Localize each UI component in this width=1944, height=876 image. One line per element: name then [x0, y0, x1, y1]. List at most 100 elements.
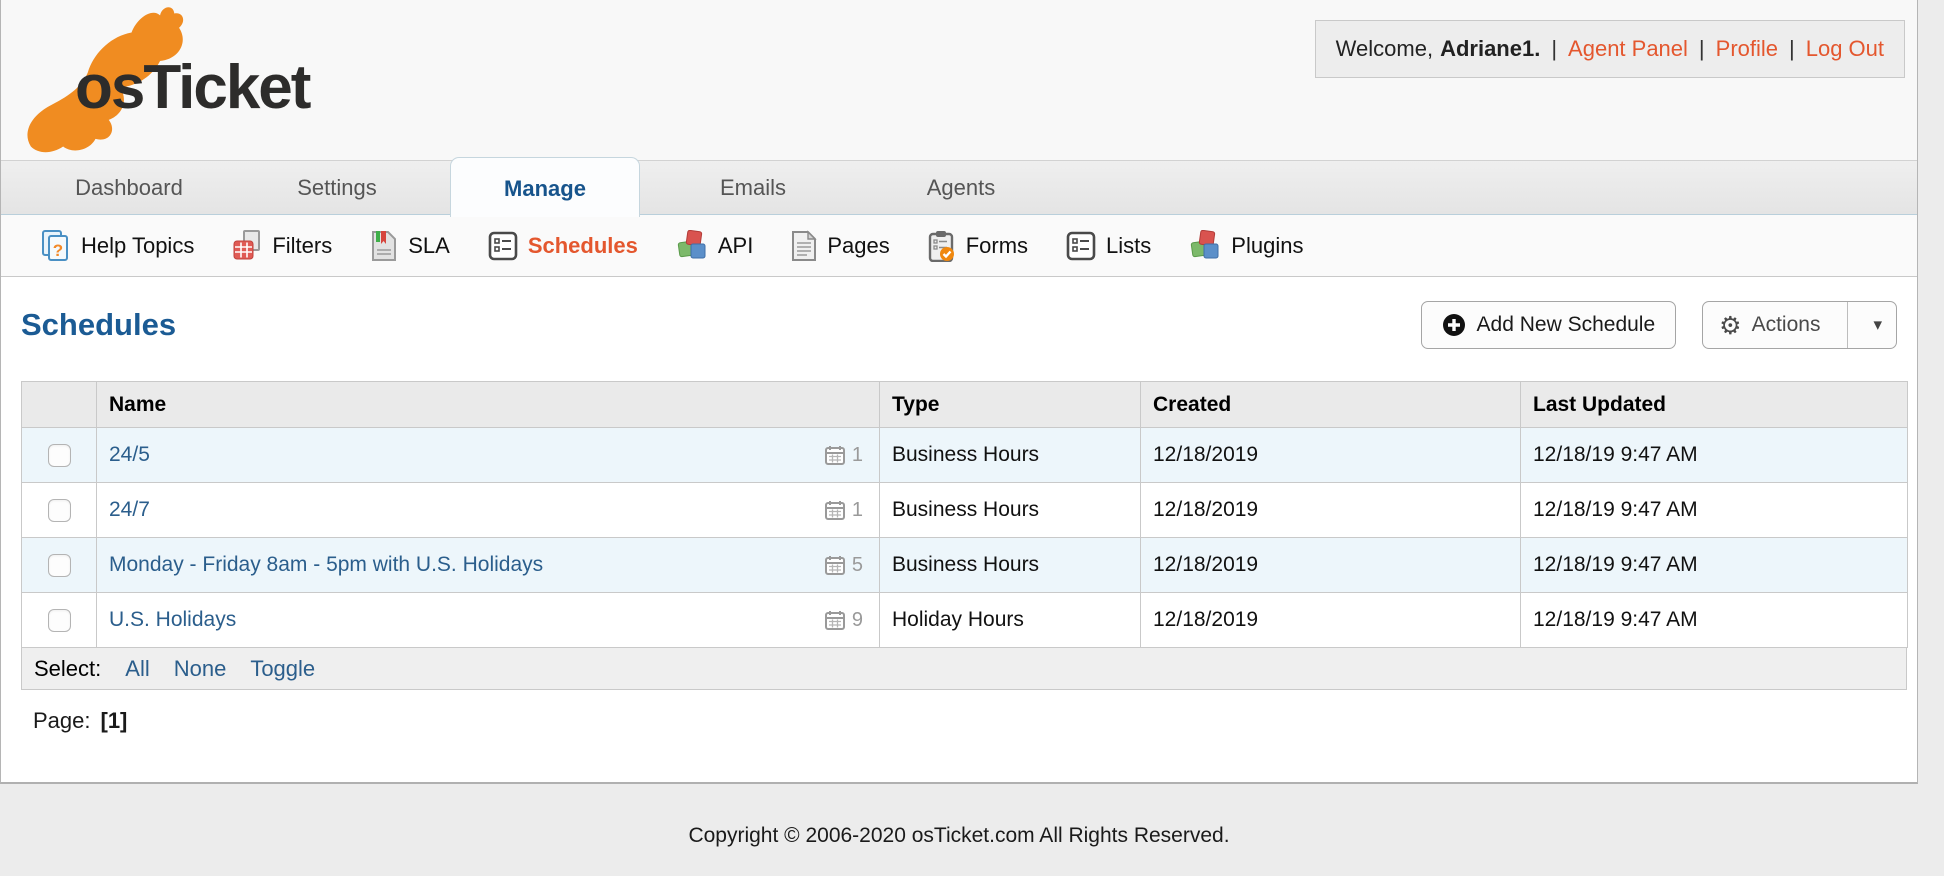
- separator: |: [1789, 36, 1795, 61]
- row-checkbox[interactable]: [47, 443, 71, 467]
- schedule-entry-count: 1: [851, 498, 863, 521]
- subnav-schedules[interactable]: Schedules: [488, 231, 638, 261]
- welcome-prefix: Welcome,: [1335, 36, 1434, 61]
- schedule-entry-count: 9: [851, 608, 863, 631]
- subnav-pages[interactable]: Pages: [791, 229, 890, 262]
- username: Adriane1.: [1440, 36, 1541, 61]
- content-area: Schedules Add New Schedule ⚙ Actions ▾ N…: [1, 277, 1917, 782]
- lists-icon: [1066, 231, 1096, 260]
- add-new-schedule-label: Add New Schedule: [1476, 313, 1656, 336]
- schedule-updated: 12/18/19 9:47 AM: [1520, 427, 1908, 483]
- schedule-created: 12/18/2019: [1140, 427, 1521, 483]
- schedule-created: 12/18/2019: [1140, 537, 1521, 593]
- row-checkbox[interactable]: [47, 608, 71, 632]
- schedule-updated: 12/18/19 9:47 AM: [1520, 592, 1908, 648]
- calendar-count: 1: [824, 499, 867, 522]
- page-title: Schedules: [21, 307, 177, 342]
- help-topics-icon: ?: [42, 229, 68, 261]
- schedule-created: 12/18/2019: [1140, 592, 1521, 648]
- add-new-schedule-button[interactable]: Add New Schedule: [1420, 301, 1677, 349]
- tab-settings[interactable]: Settings: [233, 161, 441, 214]
- calendar-icon: [824, 501, 845, 520]
- tab-emails[interactable]: Emails: [649, 161, 857, 214]
- table-header-row: Name Type Created Last Updated: [21, 381, 1908, 428]
- schedules-icon: [488, 231, 518, 260]
- calendar-count: 1: [824, 444, 867, 467]
- profile-link[interactable]: Profile: [1716, 36, 1778, 62]
- tab-manage[interactable]: Manage: [450, 157, 640, 217]
- forms-icon: [928, 230, 954, 262]
- tab-dashboard[interactable]: Dashboard: [25, 161, 233, 214]
- schedule-link[interactable]: Monday - Friday 8am - 5pm with U.S. Holi…: [109, 553, 543, 577]
- subnav-lists[interactable]: Lists: [1066, 231, 1151, 261]
- select-label: Select:: [34, 655, 102, 681]
- type-column-header: Type: [879, 381, 1141, 428]
- api-icon: [677, 230, 706, 259]
- calendar-icon: [824, 556, 845, 575]
- subnav-label: Schedules: [527, 232, 638, 258]
- manage-subnav: ? Help Topics Filters SLA Schedules API …: [1, 215, 1917, 277]
- schedule-entry-count: 5: [851, 553, 863, 576]
- subnav-forms[interactable]: Forms: [928, 230, 1028, 262]
- svg-text:?: ?: [53, 241, 63, 260]
- plus-circle-icon: [1442, 314, 1465, 336]
- subnav-label: SLA: [408, 232, 450, 258]
- actions-main[interactable]: ⚙ Actions: [1703, 302, 1836, 348]
- schedule-updated: 12/18/19 9:47 AM: [1520, 482, 1908, 538]
- subnav-plugins[interactable]: Plugins: [1189, 230, 1303, 261]
- table-row: Monday - Friday 8am - 5pm with U.S. Holi…: [21, 537, 1908, 593]
- separator: |: [1698, 36, 1705, 61]
- row-checkbox[interactable]: [47, 498, 71, 522]
- subnav-sla[interactable]: SLA: [370, 230, 450, 262]
- row-checkbox[interactable]: [47, 553, 71, 577]
- osticket-logo[interactable]: osTicket: [13, 2, 353, 158]
- schedule-entry-count: 1: [851, 443, 863, 466]
- schedule-type: Business Hours: [879, 482, 1141, 538]
- button-divider: [1847, 302, 1849, 348]
- subnav-label: Help Topics: [81, 232, 195, 258]
- logout-link[interactable]: Log Out: [1806, 36, 1884, 62]
- plugins-icon: [1191, 230, 1219, 259]
- subnav-label: Plugins: [1231, 232, 1304, 258]
- subnav-label: Lists: [1106, 232, 1152, 258]
- calendar-icon: [824, 446, 845, 465]
- main-nav: Dashboard Settings Manage Emails Agents: [1, 157, 1917, 217]
- schedule-link[interactable]: 24/7: [109, 498, 150, 522]
- filters-icon: [233, 230, 261, 260]
- calendar-count: 9: [824, 609, 867, 632]
- subnav-label: Filters: [272, 232, 333, 258]
- created-column-header: Created: [1140, 381, 1521, 428]
- select-toggle-link[interactable]: Toggle: [250, 656, 315, 682]
- actions-button[interactable]: ⚙ Actions ▾: [1702, 301, 1897, 349]
- subnav-help-topics[interactable]: ? Help Topics: [41, 229, 195, 262]
- pages-icon: [792, 229, 818, 261]
- table-row: U.S. Holidays 9 Holiday Hours 12/18/2019…: [21, 592, 1908, 648]
- schedule-created: 12/18/2019: [1140, 482, 1521, 538]
- schedule-type: Business Hours: [879, 537, 1141, 593]
- subnav-filters[interactable]: Filters: [232, 230, 332, 261]
- select-none-link[interactable]: None: [174, 656, 227, 682]
- table-row: 24/5 1 Business Hours 12/18/2019 12/18/1…: [21, 427, 1908, 483]
- agent-panel-link[interactable]: Agent Panel: [1568, 36, 1688, 62]
- schedule-type: Business Hours: [879, 427, 1141, 483]
- page-number[interactable]: [1]: [101, 708, 128, 734]
- welcome-box: Welcome, Adriane1. | Agent Panel | Profi…: [1314, 20, 1905, 78]
- schedule-updated: 12/18/19 9:47 AM: [1520, 537, 1908, 593]
- schedule-link[interactable]: 24/5: [109, 443, 150, 467]
- tab-agents[interactable]: Agents: [857, 161, 1065, 214]
- copyright-text: Copyright © 2006-2020 osTicket.com All R…: [688, 824, 1230, 847]
- schedule-link[interactable]: U.S. Holidays: [109, 608, 236, 632]
- table-row: 24/7 1 Business Hours 12/18/2019 12/18/1…: [21, 482, 1908, 538]
- schedule-type: Holiday Hours: [879, 592, 1141, 648]
- footer: Copyright © 2006-2020 osTicket.com All R…: [0, 784, 1918, 848]
- chevron-down-icon[interactable]: ▾: [1859, 302, 1896, 348]
- sla-icon: [372, 230, 397, 261]
- logo-text: osTicket: [75, 53, 311, 122]
- subnav-label: Pages: [827, 232, 890, 258]
- subnav-api[interactable]: API: [676, 230, 753, 261]
- select-all-link[interactable]: All: [125, 656, 149, 682]
- page-container: osTicket Welcome, Adriane1. | Agent Pane…: [0, 0, 1918, 784]
- actions-label: Actions: [1751, 313, 1821, 336]
- name-column-header: Name: [96, 381, 880, 428]
- subnav-label: API: [717, 232, 754, 258]
